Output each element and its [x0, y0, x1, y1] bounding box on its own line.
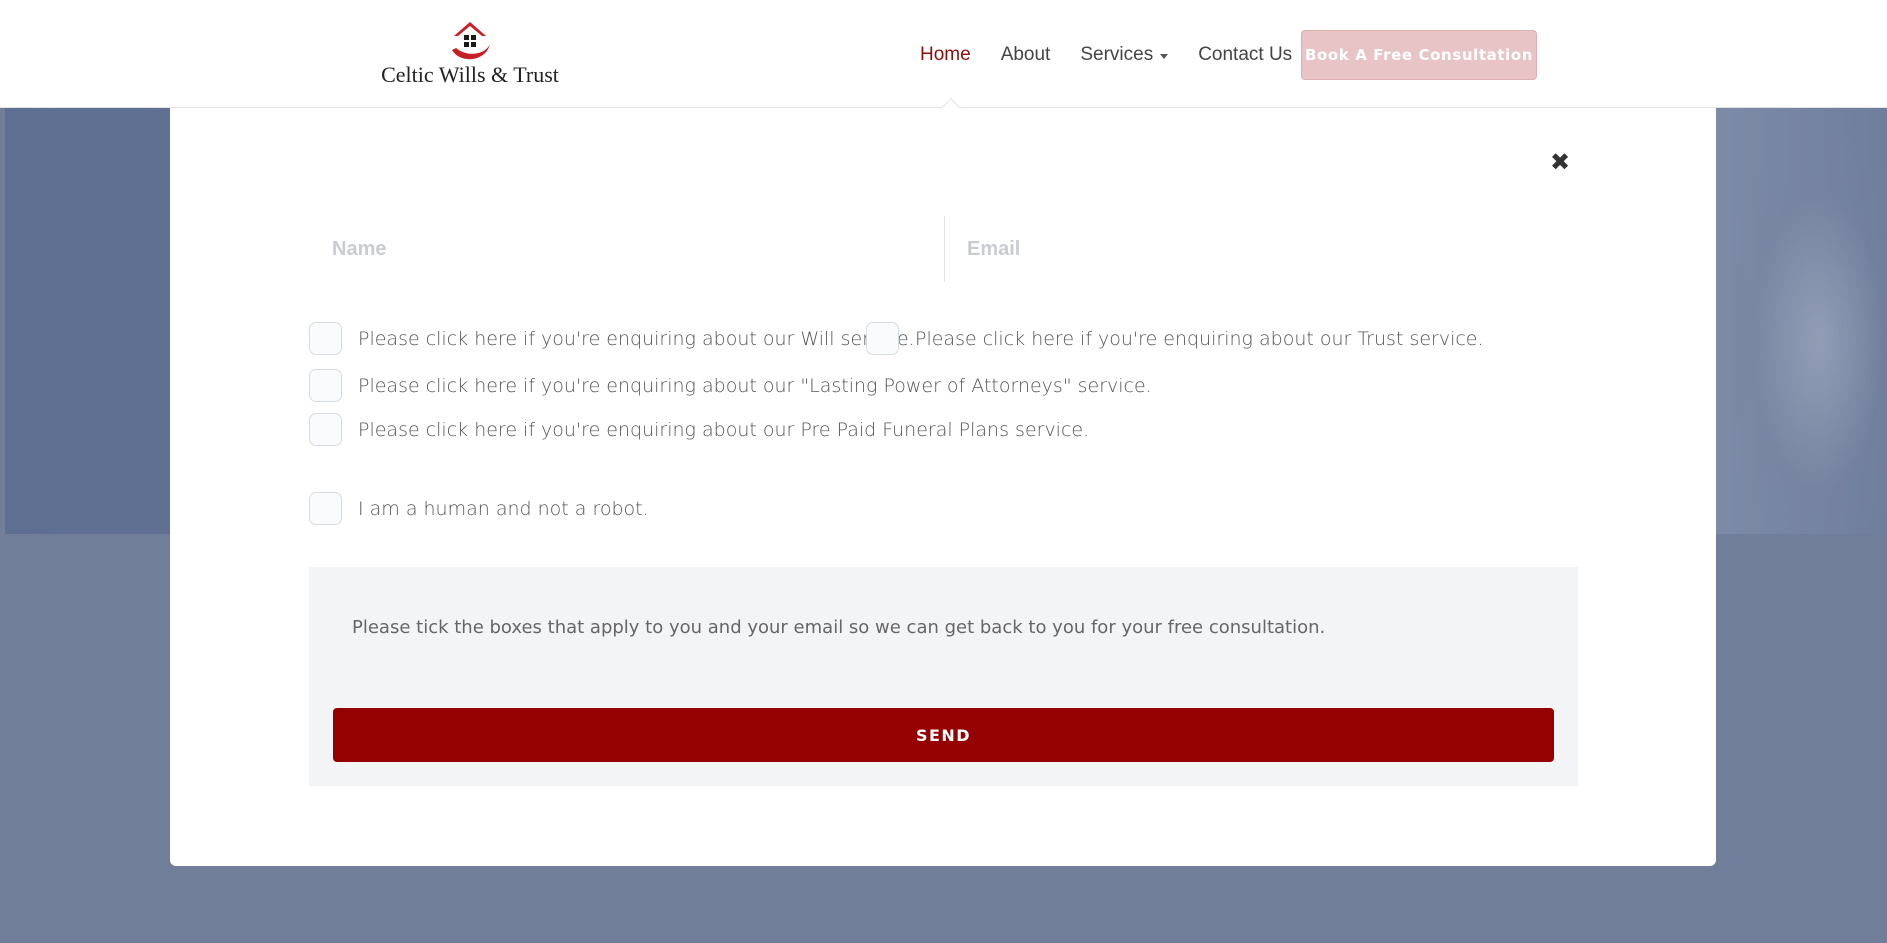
checkbox-label: Please click here if you're enquiring ab… — [358, 374, 1152, 397]
nav-item-label: Services — [1080, 44, 1154, 65]
checkbox-trust[interactable] — [866, 322, 899, 355]
book-consultation-button[interactable]: Book A Free Consultation — [1301, 30, 1537, 80]
nav-item-about[interactable]: About — [1001, 44, 1051, 66]
nav-item-label: About — [1000, 44, 1051, 65]
nav-item-home[interactable]: Home — [920, 44, 971, 66]
nav-item-contact[interactable]: Contact Us — [1198, 44, 1292, 66]
site-logo[interactable]: Celtic Wills & Trust — [380, 18, 560, 88]
checkbox-label: Please click here if you're enquiring ab… — [358, 418, 1090, 441]
captcha-label: I am a human and not a robot. — [358, 497, 649, 520]
send-button[interactable]: SEND — [333, 708, 1554, 762]
checkbox-row-funeral: Please click here if you're enquiring ab… — [309, 413, 1089, 446]
info-panel: Please tick the boxes that apply to you … — [309, 567, 1578, 786]
nav-item-label: Contact Us — [1198, 44, 1293, 65]
checkbox-row-will: Please click here if you're enquiring ab… — [309, 322, 915, 355]
close-icon[interactable]: ✖ — [1547, 150, 1573, 176]
checkbox-funeral[interactable] — [309, 413, 342, 446]
checkbox-row-lpa: Please click here if you're enquiring ab… — [309, 369, 1152, 402]
info-text: Please tick the boxes that apply to you … — [352, 617, 1326, 638]
consultation-modal: ✖ Please click here if you're enquiring … — [170, 108, 1716, 866]
checkbox-lpa[interactable] — [309, 369, 342, 402]
nav-item-label: Home — [920, 44, 971, 65]
checkbox-label: Please click here if you're enquiring ab… — [358, 327, 915, 350]
hero-decoration — [1717, 108, 1887, 534]
logo-text: Celtic Wills & Trust — [381, 62, 559, 87]
captcha-checkbox[interactable] — [309, 492, 342, 525]
nav-item-services[interactable]: Services — [1080, 44, 1169, 66]
checkbox-label: Please click here if you're enquiring ab… — [915, 327, 1484, 350]
checkbox-will[interactable] — [309, 322, 342, 355]
house-logo-icon — [452, 22, 490, 60]
site-header: Celtic Wills & Trust Home About Services… — [0, 0, 1887, 108]
main-nav: Home About Services Contact Us — [920, 30, 1322, 80]
captcha-row: I am a human and not a robot. — [309, 492, 649, 525]
caret-down-icon — [1160, 53, 1169, 59]
checkbox-row-trust: Please click here if you're enquiring ab… — [866, 322, 1484, 355]
name-input[interactable] — [310, 216, 944, 282]
email-input[interactable] — [944, 216, 1580, 282]
